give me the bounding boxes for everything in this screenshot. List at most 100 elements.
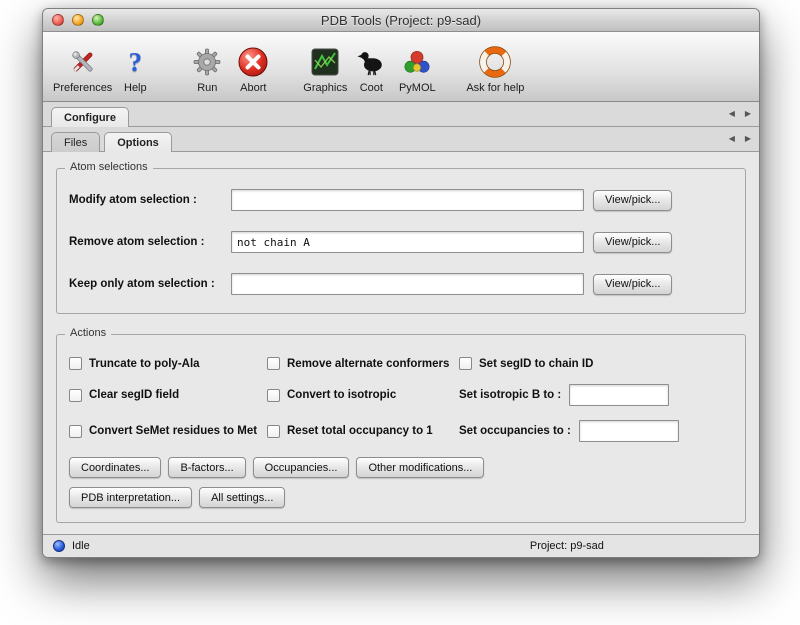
set-isotropic-b-field: Set isotropic B to : [459, 384, 733, 406]
actions-grid: Truncate to poly-Ala Remove alternate co… [69, 357, 733, 442]
tab-scroll-arrows: ◀ ▶ [729, 127, 751, 151]
keep-only-atom-selection-input[interactable] [231, 273, 584, 295]
tab-options[interactable]: Options [104, 132, 172, 152]
set-occupancies-input[interactable] [579, 420, 679, 442]
toolbar-item-coot[interactable]: Coot [348, 38, 394, 94]
toolbar-item-help[interactable]: ? Help [112, 38, 158, 94]
preferences-tools-icon [68, 44, 98, 80]
convert-to-isotropic-checkbox[interactable] [267, 389, 280, 402]
toolbar-item-preferences[interactable]: Preferences [53, 38, 112, 94]
keep-only-atom-selection-row: Keep only atom selection : View/pick... [69, 273, 733, 295]
tab-scroll-left-icon[interactable]: ◀ [729, 135, 735, 143]
convert-to-isotropic-label: Convert to isotropic [287, 389, 396, 401]
zoom-button[interactable] [92, 14, 104, 26]
clear-segid-field-label: Clear segID field [89, 389, 179, 401]
help-question-icon: ? [129, 44, 143, 80]
tab-scroll-right-icon[interactable]: ▶ [745, 135, 751, 143]
actions-buttons-row-1: Coordinates... B-factors... Occupancies.… [69, 457, 733, 478]
tab-configure[interactable]: Configure [51, 107, 129, 127]
tabrow-sub: Files Options ◀ ▶ [43, 127, 759, 152]
reset-total-occupancy-checkbox[interactable] [267, 425, 280, 438]
truncate-poly-ala-label: Truncate to poly-Ala [89, 358, 200, 370]
options-panel: Atom selections Modify atom selection : … [43, 152, 759, 534]
all-settings-button[interactable]: All settings... [199, 487, 285, 508]
reset-total-occupancy-label: Reset total occupancy to 1 [287, 425, 433, 437]
coordinates-button[interactable]: Coordinates... [69, 457, 161, 478]
toolbar-item-ask-for-help[interactable]: Ask for help [466, 38, 524, 94]
traffic-lights [52, 14, 104, 26]
convert-semet-to-met-checkbox[interactable] [69, 425, 82, 438]
checkbox-row-convert-to-isotropic: Convert to isotropic [267, 389, 459, 402]
window-title: PDB Tools (Project: p9-sad) [321, 13, 481, 28]
remove-view-pick-button[interactable]: View/pick... [593, 232, 672, 253]
life-ring-icon [479, 44, 511, 80]
modify-atom-selection-row: Modify atom selection : View/pick... [69, 189, 733, 211]
set-segid-to-chain-id-label: Set segID to chain ID [479, 358, 593, 370]
statusbar: Idle Project: p9-sad [43, 534, 759, 557]
set-isotropic-b-label: Set isotropic B to : [459, 389, 561, 401]
toolbar-label: PyMOL [399, 82, 436, 94]
checkbox-row-convert-semet-to-met: Convert SeMet residues to Met [69, 425, 267, 438]
status-text: Idle [72, 540, 90, 552]
modify-view-pick-button[interactable]: View/pick... [593, 190, 672, 211]
clear-segid-field-checkbox[interactable] [69, 389, 82, 402]
titlebar: PDB Tools (Project: p9-sad) [43, 9, 759, 32]
set-occupancies-field: Set occupancies to : [459, 420, 733, 442]
graphics-icon [310, 44, 340, 80]
toolbar-item-run[interactable]: Run [184, 38, 230, 94]
toolbar-item-graphics[interactable]: Graphics [302, 38, 348, 94]
checkbox-row-reset-total-occupancy: Reset total occupancy to 1 [267, 425, 459, 438]
checkbox-row-remove-alternate-conformers: Remove alternate conformers [267, 357, 459, 370]
minimize-button[interactable] [72, 14, 84, 26]
toolbar-label: Ask for help [466, 82, 524, 94]
tabrow-main: Configure ◀ ▶ [43, 102, 759, 127]
remove-alternate-conformers-checkbox[interactable] [267, 357, 280, 370]
truncate-poly-ala-checkbox[interactable] [69, 357, 82, 370]
toolbar: Preferences ? Help Run [43, 32, 759, 102]
pymol-icon [402, 44, 432, 80]
remove-atom-selection-input[interactable] [231, 231, 584, 253]
pdb-tools-window: PDB Tools (Project: p9-sad) Preferenc [42, 8, 760, 558]
b-factors-button[interactable]: B-factors... [168, 457, 245, 478]
coot-bird-icon [356, 44, 386, 80]
set-isotropic-b-input[interactable] [569, 384, 669, 406]
tab-files[interactable]: Files [51, 132, 100, 152]
set-segid-to-chain-id-checkbox[interactable] [459, 357, 472, 370]
keep-only-atom-selection-label: Keep only atom selection : [69, 278, 231, 290]
abort-icon [237, 44, 269, 80]
remove-atom-selection-row: Remove atom selection : View/pick... [69, 231, 733, 253]
set-occupancies-label: Set occupancies to : [459, 425, 571, 437]
occupancies-button[interactable]: Occupancies... [253, 457, 350, 478]
modify-atom-selection-input[interactable] [231, 189, 584, 211]
tab-scroll-arrows: ◀ ▶ [729, 102, 751, 126]
tab-scroll-left-icon[interactable]: ◀ [729, 110, 735, 118]
actions-buttons-row-2: PDB interpretation... All settings... [69, 487, 733, 508]
tab-scroll-right-icon[interactable]: ▶ [745, 110, 751, 118]
other-modifications-button[interactable]: Other modifications... [356, 457, 484, 478]
toolbar-item-pymol[interactable]: PyMOL [394, 38, 440, 94]
toolbar-label: Preferences [53, 82, 112, 94]
remove-atom-selection-label: Remove atom selection : [69, 236, 231, 248]
convert-semet-to-met-label: Convert SeMet residues to Met [89, 425, 257, 437]
status-indicator-icon [53, 540, 65, 552]
toolbar-label: Coot [360, 82, 383, 94]
checkbox-row-set-segid-to-chain-id: Set segID to chain ID [459, 357, 733, 370]
toolbar-item-abort[interactable]: Abort [230, 38, 276, 94]
actions-group: Actions Truncate to poly-Ala Remove alte… [56, 334, 746, 523]
checkbox-row-clear-segid-field: Clear segID field [69, 389, 267, 402]
toolbar-label: Abort [240, 82, 266, 94]
toolbar-label: Run [197, 82, 217, 94]
pdb-interpretation-button[interactable]: PDB interpretation... [69, 487, 192, 508]
atom-selections-group: Atom selections Modify atom selection : … [56, 168, 746, 314]
modify-atom-selection-label: Modify atom selection : [69, 194, 231, 206]
toolbar-label: Graphics [303, 82, 347, 94]
toolbar-label: Help [124, 82, 147, 94]
keep-only-view-pick-button[interactable]: View/pick... [593, 274, 672, 295]
group-title: Actions [65, 327, 111, 339]
checkbox-row-truncate-poly-ala: Truncate to poly-Ala [69, 357, 267, 370]
run-gear-icon [192, 44, 222, 80]
close-button[interactable] [52, 14, 64, 26]
remove-alternate-conformers-label: Remove alternate conformers [287, 358, 449, 370]
group-title: Atom selections [65, 161, 153, 173]
project-label: Project: p9-sad [530, 540, 604, 552]
